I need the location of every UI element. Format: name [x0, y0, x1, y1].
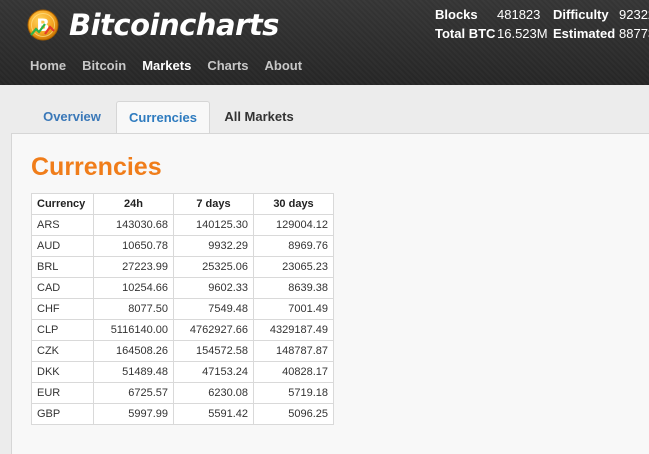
value-7d-cell: 47153.24 — [173, 361, 254, 383]
estimated-value: 88773 — [619, 26, 649, 41]
value-7d-cell: 5591.42 — [173, 403, 254, 425]
table-row: EUR 6725.57 6230.08 5719.18 — [31, 382, 334, 404]
table-header-row: Currency 24h 7 days 30 days — [31, 193, 334, 215]
table-row: BRL 27223.99 25325.06 23065.23 — [31, 256, 334, 278]
currency-cell[interactable]: CZK — [31, 340, 94, 362]
value-24h-cell: 164508.26 — [93, 340, 174, 362]
tab-overview[interactable]: Overview — [33, 101, 111, 134]
nav-about[interactable]: About — [257, 54, 311, 78]
value-7d-cell: 4762927.66 — [173, 319, 254, 341]
column-header-30-days[interactable]: 30 days — [253, 193, 334, 215]
value-30d-cell: 23065.23 — [253, 256, 334, 278]
value-24h-cell: 27223.99 — [93, 256, 174, 278]
currency-cell[interactable]: EUR — [31, 382, 94, 404]
currency-cell[interactable]: GBP — [31, 403, 94, 425]
estimated-label: Estimated — [553, 26, 616, 41]
value-30d-cell: 4329187.49 — [253, 319, 334, 341]
value-7d-cell: 9602.33 — [173, 277, 254, 299]
column-header-currency[interactable]: Currency — [31, 193, 94, 215]
table-row: DKK 51489.48 47153.24 40828.17 — [31, 361, 334, 383]
currency-cell[interactable]: BRL — [31, 256, 94, 278]
currency-cell[interactable]: CLP — [31, 319, 94, 341]
value-7d-cell: 7549.48 — [173, 298, 254, 320]
value-7d-cell: 6230.08 — [173, 382, 254, 404]
site-logo-text[interactable]: Bitcoincharts — [69, 6, 279, 44]
value-30d-cell: 40828.17 — [253, 361, 334, 383]
value-24h-cell: 6725.57 — [93, 382, 174, 404]
value-24h-cell: 5116140.00 — [93, 319, 174, 341]
nav-home[interactable]: Home — [22, 54, 74, 78]
currencies-table: Currency 24h 7 days 30 days ARS 143030.6… — [31, 193, 334, 425]
total-btc-value: 16.523M — [497, 26, 548, 41]
currency-cell[interactable]: DKK — [31, 361, 94, 383]
value-30d-cell: 148787.87 — [253, 340, 334, 362]
tab-all-markets[interactable]: All Markets — [217, 101, 301, 134]
value-7d-cell: 140125.30 — [173, 214, 254, 236]
column-header-24h[interactable]: 24h — [93, 193, 174, 215]
value-7d-cell: 9932.29 — [173, 235, 254, 257]
currency-cell[interactable]: AUD — [31, 235, 94, 257]
column-header-7-days[interactable]: 7 days — [173, 193, 254, 215]
table-row: GBP 5997.99 5591.42 5096.25 — [31, 403, 334, 425]
value-24h-cell: 51489.48 — [93, 361, 174, 383]
value-30d-cell: 5719.18 — [253, 382, 334, 404]
value-30d-cell: 5096.25 — [253, 403, 334, 425]
currency-cell[interactable]: CHF — [31, 298, 94, 320]
page-title: Currencies — [31, 153, 162, 181]
nav-markets[interactable]: Markets — [134, 54, 199, 78]
total-btc-label: Total BTC — [435, 26, 496, 41]
table-row: CHF 8077.50 7549.48 7001.49 — [31, 298, 334, 320]
table-row: CZK 164508.26 154572.58 148787.87 — [31, 340, 334, 362]
value-24h-cell: 10650.78 — [93, 235, 174, 257]
value-24h-cell: 10254.66 — [93, 277, 174, 299]
value-30d-cell: 8639.38 — [253, 277, 334, 299]
value-7d-cell: 25325.06 — [173, 256, 254, 278]
nav-bitcoin[interactable]: Bitcoin — [74, 54, 134, 78]
nav-charts[interactable]: Charts — [199, 54, 256, 78]
value-30d-cell: 8969.76 — [253, 235, 334, 257]
value-7d-cell: 154572.58 — [173, 340, 254, 362]
currency-cell[interactable]: CAD — [31, 277, 94, 299]
value-30d-cell: 7001.49 — [253, 298, 334, 320]
table-row: CLP 5116140.00 4762927.66 4329187.49 — [31, 319, 334, 341]
site-header: B Bitcoincharts Blocks 481823 Difficulty… — [0, 0, 649, 85]
table-row: CAD 10254.66 9602.33 8639.38 — [31, 277, 334, 299]
currency-cell[interactable]: ARS — [31, 214, 94, 236]
section-tabs: Overview Currencies All Markets — [0, 85, 649, 135]
difficulty-value: 92322 — [619, 7, 649, 22]
table-row: AUD 10650.78 9932.29 8969.76 — [31, 235, 334, 257]
blocks-value: 481823 — [497, 7, 541, 22]
value-24h-cell: 5997.99 — [93, 403, 174, 425]
blocks-label: Blocks — [435, 7, 478, 22]
bitcoin-logo-icon[interactable]: B — [27, 9, 59, 41]
value-24h-cell: 143030.68 — [93, 214, 174, 236]
main-nav: Home Bitcoin Markets Charts About — [22, 54, 310, 78]
difficulty-label: Difficulty — [553, 7, 609, 22]
value-30d-cell: 129004.12 — [253, 214, 334, 236]
table-row: ARS 143030.68 140125.30 129004.12 — [31, 214, 334, 236]
value-24h-cell: 8077.50 — [93, 298, 174, 320]
tab-currencies[interactable]: Currencies — [116, 101, 210, 135]
